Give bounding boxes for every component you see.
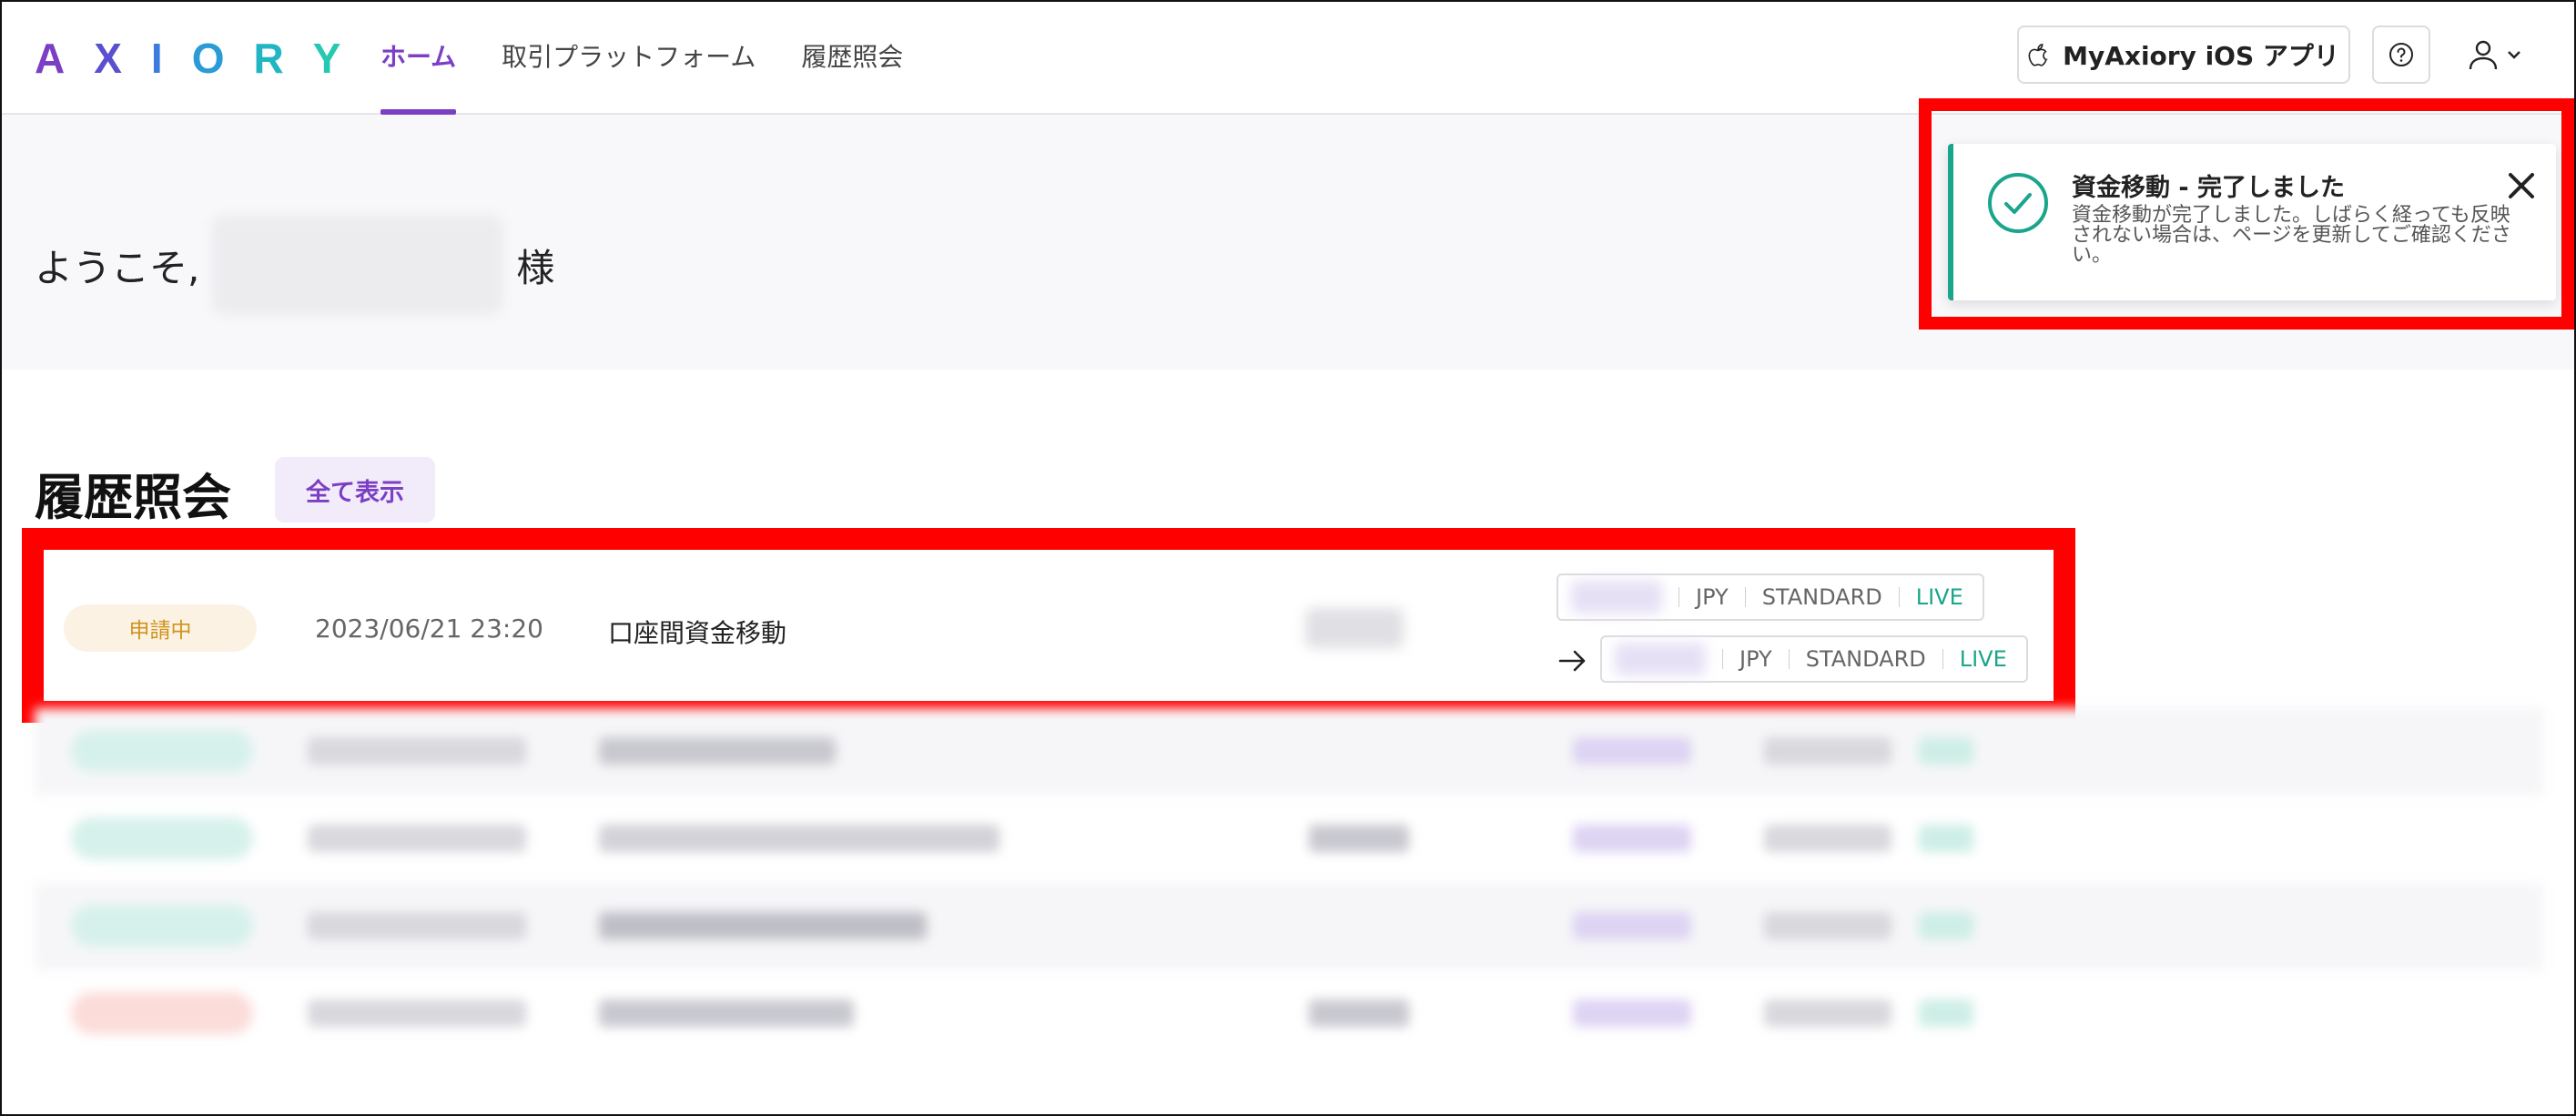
logo-letter: Y (312, 35, 343, 82)
row-date: 2023/06/21 23:20 (315, 614, 543, 644)
toast-message: 資金移動が完了しました。しばらく経っても反映されない場合は、ページを更新してご確… (2072, 204, 2511, 267)
divider (1744, 587, 1746, 607)
history-section-title: 履歴照会 (35, 469, 231, 526)
status-badge: 申請中 (64, 604, 257, 652)
success-toast: 資金移動 - 完了しました 資金移動が完了しました。しばらく経っても反映されない… (1948, 144, 2556, 300)
logo-letter: I (150, 35, 165, 82)
account-type: STANDARD (1761, 584, 1882, 610)
logo-letter: X (94, 35, 124, 82)
close-icon[interactable] (2505, 169, 2538, 202)
check-circle-icon (1988, 173, 2048, 233)
to-account-tag: JPY STANDARD LIVE (1600, 635, 2028, 683)
logo-letter: A (35, 35, 67, 82)
apple-icon (2028, 44, 2048, 66)
divider (1678, 587, 1679, 607)
welcome-suffix: 様 (516, 245, 555, 290)
blurred-history-row (35, 708, 2543, 796)
ios-app-label: MyAxiory iOS アプリ (2063, 41, 2339, 71)
account-type: STANDARD (1805, 646, 1926, 672)
show-all-button[interactable]: 全て表示 (275, 457, 435, 522)
divider (1942, 649, 1943, 669)
divider (1788, 649, 1790, 669)
redacted-user-name (212, 215, 504, 315)
app-window: A X I O R Y ホーム 取引プラットフォーム 履歴照会 MyAxiory… (0, 0, 2576, 1116)
logo-letter: R (253, 35, 286, 82)
nav-history[interactable]: 履歴照会 (801, 2, 903, 113)
account-currency: JPY (1739, 646, 1772, 672)
from-account-tag: JPY STANDARD LIVE (1557, 573, 1984, 621)
account-currency: JPY (1696, 584, 1729, 610)
divider (1898, 587, 1900, 607)
user-icon (2469, 40, 2498, 70)
blurred-history-row (35, 796, 2543, 883)
main-nav: ホーム 取引プラットフォーム 履歴照会 (380, 2, 903, 115)
ios-app-button[interactable]: MyAxiory iOS アプリ (2017, 25, 2350, 84)
nav-trading-platform[interactable]: 取引プラットフォーム (502, 2, 756, 113)
chevron-down-icon (2508, 51, 2520, 59)
arrow-right-icon (1558, 650, 1586, 672)
blurred-history-row (35, 970, 2543, 1058)
redacted-amount (1305, 608, 1404, 648)
divider (1722, 649, 1723, 669)
redacted-account-number (1571, 581, 1662, 614)
axiory-logo[interactable]: A X I O R Y (35, 33, 342, 84)
nav-home[interactable]: ホーム (380, 2, 457, 115)
welcome-message: ようこそ, 様 (35, 215, 554, 315)
redacted-account-number (1615, 643, 1706, 675)
user-menu-button[interactable] (2465, 35, 2527, 75)
logo-letter: O (191, 35, 227, 82)
row-transaction-type: 口座間資金移動 (608, 618, 787, 648)
help-button[interactable] (2372, 25, 2430, 84)
toast-title: 資金移動 - 完了しました (2072, 174, 2346, 202)
account-env: LIVE (1915, 584, 1963, 610)
blurred-history-row (35, 883, 2543, 970)
history-row[interactable]: 申請中 2023/06/21 23:20 口座間資金移動 JPY STANDAR… (44, 550, 2054, 701)
welcome-prefix: ようこそ, (35, 245, 200, 290)
question-circle-icon (2389, 43, 2413, 66)
account-env: LIVE (1959, 646, 2007, 672)
